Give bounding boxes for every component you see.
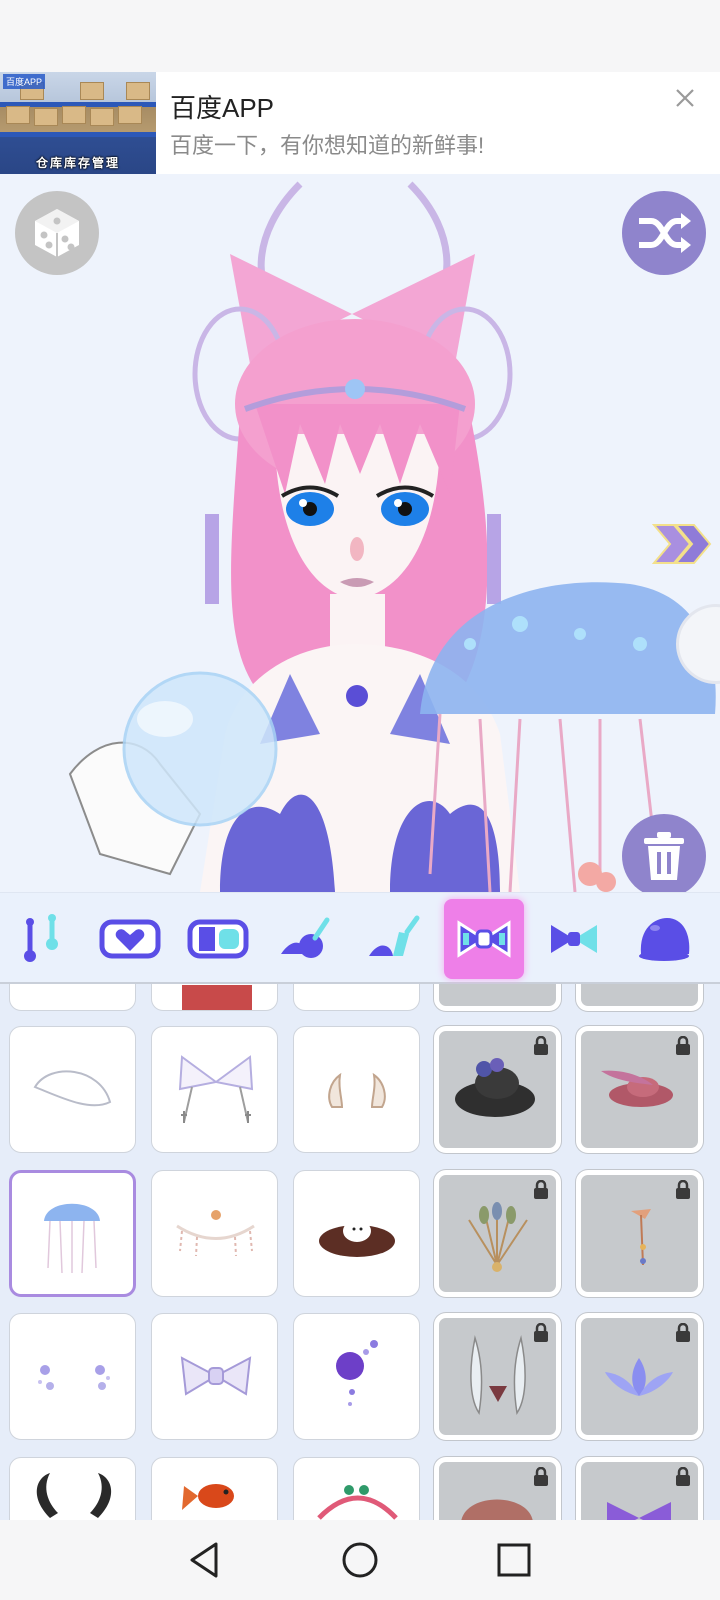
double-chevron-right-icon[interactable] xyxy=(650,519,712,569)
grid-item-partial[interactable] xyxy=(434,984,561,1011)
bird-nest-item xyxy=(319,1220,395,1257)
tab-piercing[interactable] xyxy=(2,899,82,979)
ad-subtitle[interactable]: 百度一下，有你想知道的新鲜事! xyxy=(170,128,484,160)
lock-icon xyxy=(676,1036,690,1055)
character-stage xyxy=(0,174,720,892)
hair-clip-icon xyxy=(281,917,330,958)
shuffle-icon xyxy=(639,213,691,253)
delete-button[interactable] xyxy=(622,814,706,892)
tab-bow[interactable] xyxy=(444,899,524,979)
ad-thumbnail[interactable]: 百度APP 仓库库存管理 xyxy=(0,72,156,174)
grid-item[interactable] xyxy=(9,1457,136,1520)
trash-icon xyxy=(644,832,684,880)
small-horns-item xyxy=(328,1072,386,1108)
berry-headband-item xyxy=(317,1485,398,1520)
grid-item-partial[interactable] xyxy=(9,984,136,1011)
dice-icon xyxy=(35,209,79,257)
lilac-bow-item xyxy=(180,1356,252,1396)
back-icon xyxy=(190,1542,218,1578)
lace-ribbon-item xyxy=(178,1055,254,1123)
items-grid xyxy=(0,984,720,1520)
grid-item[interactable] xyxy=(576,1313,703,1440)
character-illustration xyxy=(68,181,716,892)
back-button[interactable] xyxy=(184,1538,228,1582)
recents-icon xyxy=(497,1543,531,1577)
recents-button[interactable] xyxy=(492,1538,536,1582)
purple-rose-item xyxy=(336,1340,378,1406)
grid-item[interactable] xyxy=(151,1170,278,1297)
grid-item[interactable] xyxy=(576,1457,703,1520)
ad-title[interactable]: 百度APP xyxy=(170,88,274,125)
band-icon xyxy=(187,919,249,959)
grid-item-partial[interactable] xyxy=(576,984,703,1011)
grid-item[interactable] xyxy=(293,1026,420,1153)
grid-item[interactable] xyxy=(434,1026,561,1153)
tab-hair-clip[interactable] xyxy=(266,899,346,979)
grid-item[interactable] xyxy=(151,1457,278,1520)
lock-icon xyxy=(534,1467,548,1486)
grid-item[interactable] xyxy=(434,1170,561,1297)
lock-icon xyxy=(534,1323,548,1342)
flower-sparkles-item xyxy=(38,1365,110,1390)
grid-item[interactable] xyxy=(576,1026,703,1153)
grid-item[interactable] xyxy=(293,1457,420,1520)
random-button[interactable] xyxy=(15,191,99,275)
goldfish-item xyxy=(182,1484,234,1510)
grid-item-partial[interactable] xyxy=(151,984,278,1011)
heart-badge-icon xyxy=(99,919,161,959)
ad-banner[interactable]: 百度APP 仓库库存管理 百度APP 百度一下，有你想知道的新鲜事! xyxy=(0,72,720,174)
tab-cap[interactable] xyxy=(624,899,704,979)
jellyfish-hat-item xyxy=(44,1203,100,1274)
tab-hair-pin[interactable] xyxy=(354,899,434,979)
hair-pin-icon xyxy=(369,915,420,956)
system-nav-bar xyxy=(0,1520,720,1600)
piercing-icon xyxy=(24,914,58,962)
pearl-chain-item xyxy=(176,1210,255,1257)
grid-item[interactable] xyxy=(9,1026,136,1153)
lock-icon xyxy=(676,1323,690,1342)
small-bow-icon xyxy=(551,925,597,953)
home-icon xyxy=(342,1542,378,1578)
grid-item[interactable] xyxy=(293,1170,420,1297)
tab-heart-badge[interactable] xyxy=(90,899,170,979)
category-tabs xyxy=(0,892,720,984)
tab-small-bow[interactable] xyxy=(534,899,614,979)
lock-icon xyxy=(534,1036,548,1055)
shuffle-button[interactable] xyxy=(622,191,706,275)
close-icon[interactable] xyxy=(670,86,700,116)
grid-item[interactable] xyxy=(434,1313,561,1440)
ad-thumb-caption: 仓库库存管理 xyxy=(35,156,120,170)
lock-icon xyxy=(534,1180,548,1199)
lock-icon xyxy=(676,1180,690,1199)
grid-item-partial[interactable] xyxy=(293,984,420,1011)
white-cap-item xyxy=(33,1070,112,1107)
grid-item-selected[interactable] xyxy=(9,1170,136,1297)
cap-icon xyxy=(639,918,690,961)
grid-item[interactable] xyxy=(293,1313,420,1440)
grid-item[interactable] xyxy=(151,1313,278,1440)
home-button[interactable] xyxy=(338,1538,382,1582)
black-horns-item xyxy=(36,1473,112,1518)
ad-thumb-brand: 百度APP xyxy=(3,74,46,89)
grid-item[interactable] xyxy=(9,1313,136,1440)
grid-item[interactable] xyxy=(576,1170,703,1297)
bow-icon xyxy=(457,920,511,958)
lock-icon xyxy=(676,1467,690,1486)
grid-item[interactable] xyxy=(151,1026,278,1153)
status-bar xyxy=(0,0,720,72)
tab-band[interactable] xyxy=(178,899,258,979)
grid-item[interactable] xyxy=(434,1457,561,1520)
